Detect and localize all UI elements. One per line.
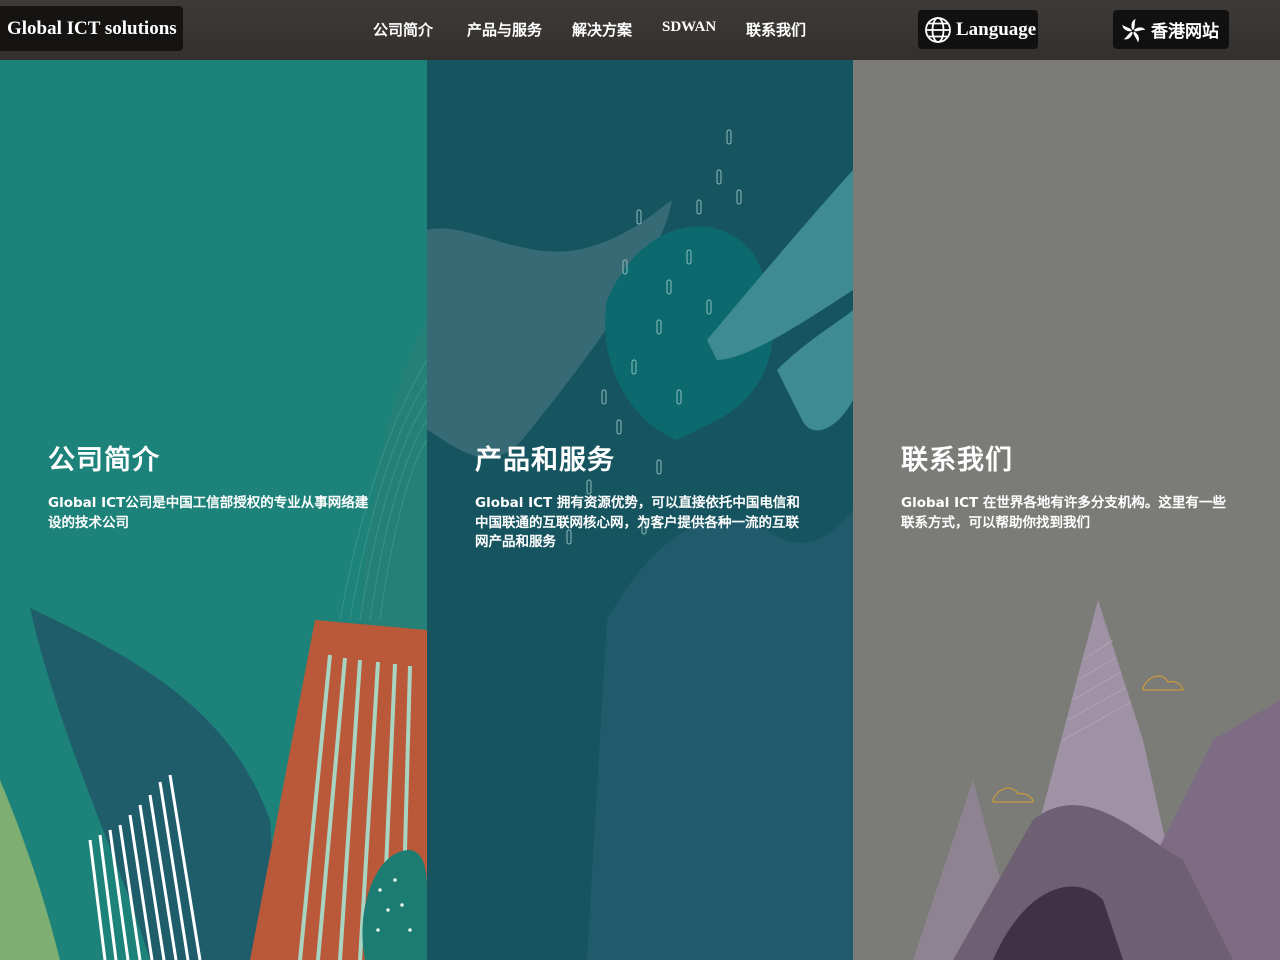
panel-products-services[interactable]: 产品和服务 Global ICT 拥有资源优势，可以直接依托中国电信和中国联通的… xyxy=(427,60,853,960)
nav-item-company-profile[interactable]: 公司简介 xyxy=(373,19,433,39)
language-label: Language xyxy=(956,18,1037,40)
hong-kong-site-label: 香港网站 xyxy=(1151,22,1219,42)
nav-item-solutions[interactable]: 解决方案 xyxy=(572,19,632,39)
panel-contact-us[interactable]: 联系我们 Global ICT 在世界各地有许多分支机构。这里有一些联系方式，可… xyxy=(853,60,1280,960)
nav-item-sdwan[interactable]: SDWAN xyxy=(662,19,716,39)
hong-kong-site-button[interactable]: 香港网站 xyxy=(1113,10,1229,49)
language-button[interactable]: Language xyxy=(918,10,1038,49)
panel-description-products-services: Global ICT 拥有资源优势，可以直接依托中国电信和中国联通的互联网核心网… xyxy=(475,495,800,550)
panel-description-company-profile: Global ICT公司是中国工信部授权的专业从事网络建设的技术公司 xyxy=(48,495,369,531)
panel-title-contact-us: 联系我们 xyxy=(901,445,1013,476)
brand-logo-text[interactable]: Global ICT solutions xyxy=(0,6,183,51)
panel-description-contact-us: Global ICT 在世界各地有许多分支机构。这里有一些联系方式，可以帮助你找… xyxy=(901,495,1226,531)
top-navigation-bar: Global ICT solutions 公司简介 产品与服务 解决方案 SDW… xyxy=(0,0,1280,60)
panel-company-profile[interactable]: 公司简介 Global ICT公司是中国工信部授权的专业从事网络建设的技术公司 xyxy=(0,60,427,960)
bauhinia-flower-icon xyxy=(1119,16,1147,44)
panel-title-products-services: 产品和服务 xyxy=(475,445,615,476)
globe-icon xyxy=(924,16,952,44)
nav-item-products-services[interactable]: 产品与服务 xyxy=(467,19,542,39)
nav-item-contact-us[interactable]: 联系我们 xyxy=(746,19,806,39)
panel-title-company-profile: 公司简介 xyxy=(48,445,160,476)
